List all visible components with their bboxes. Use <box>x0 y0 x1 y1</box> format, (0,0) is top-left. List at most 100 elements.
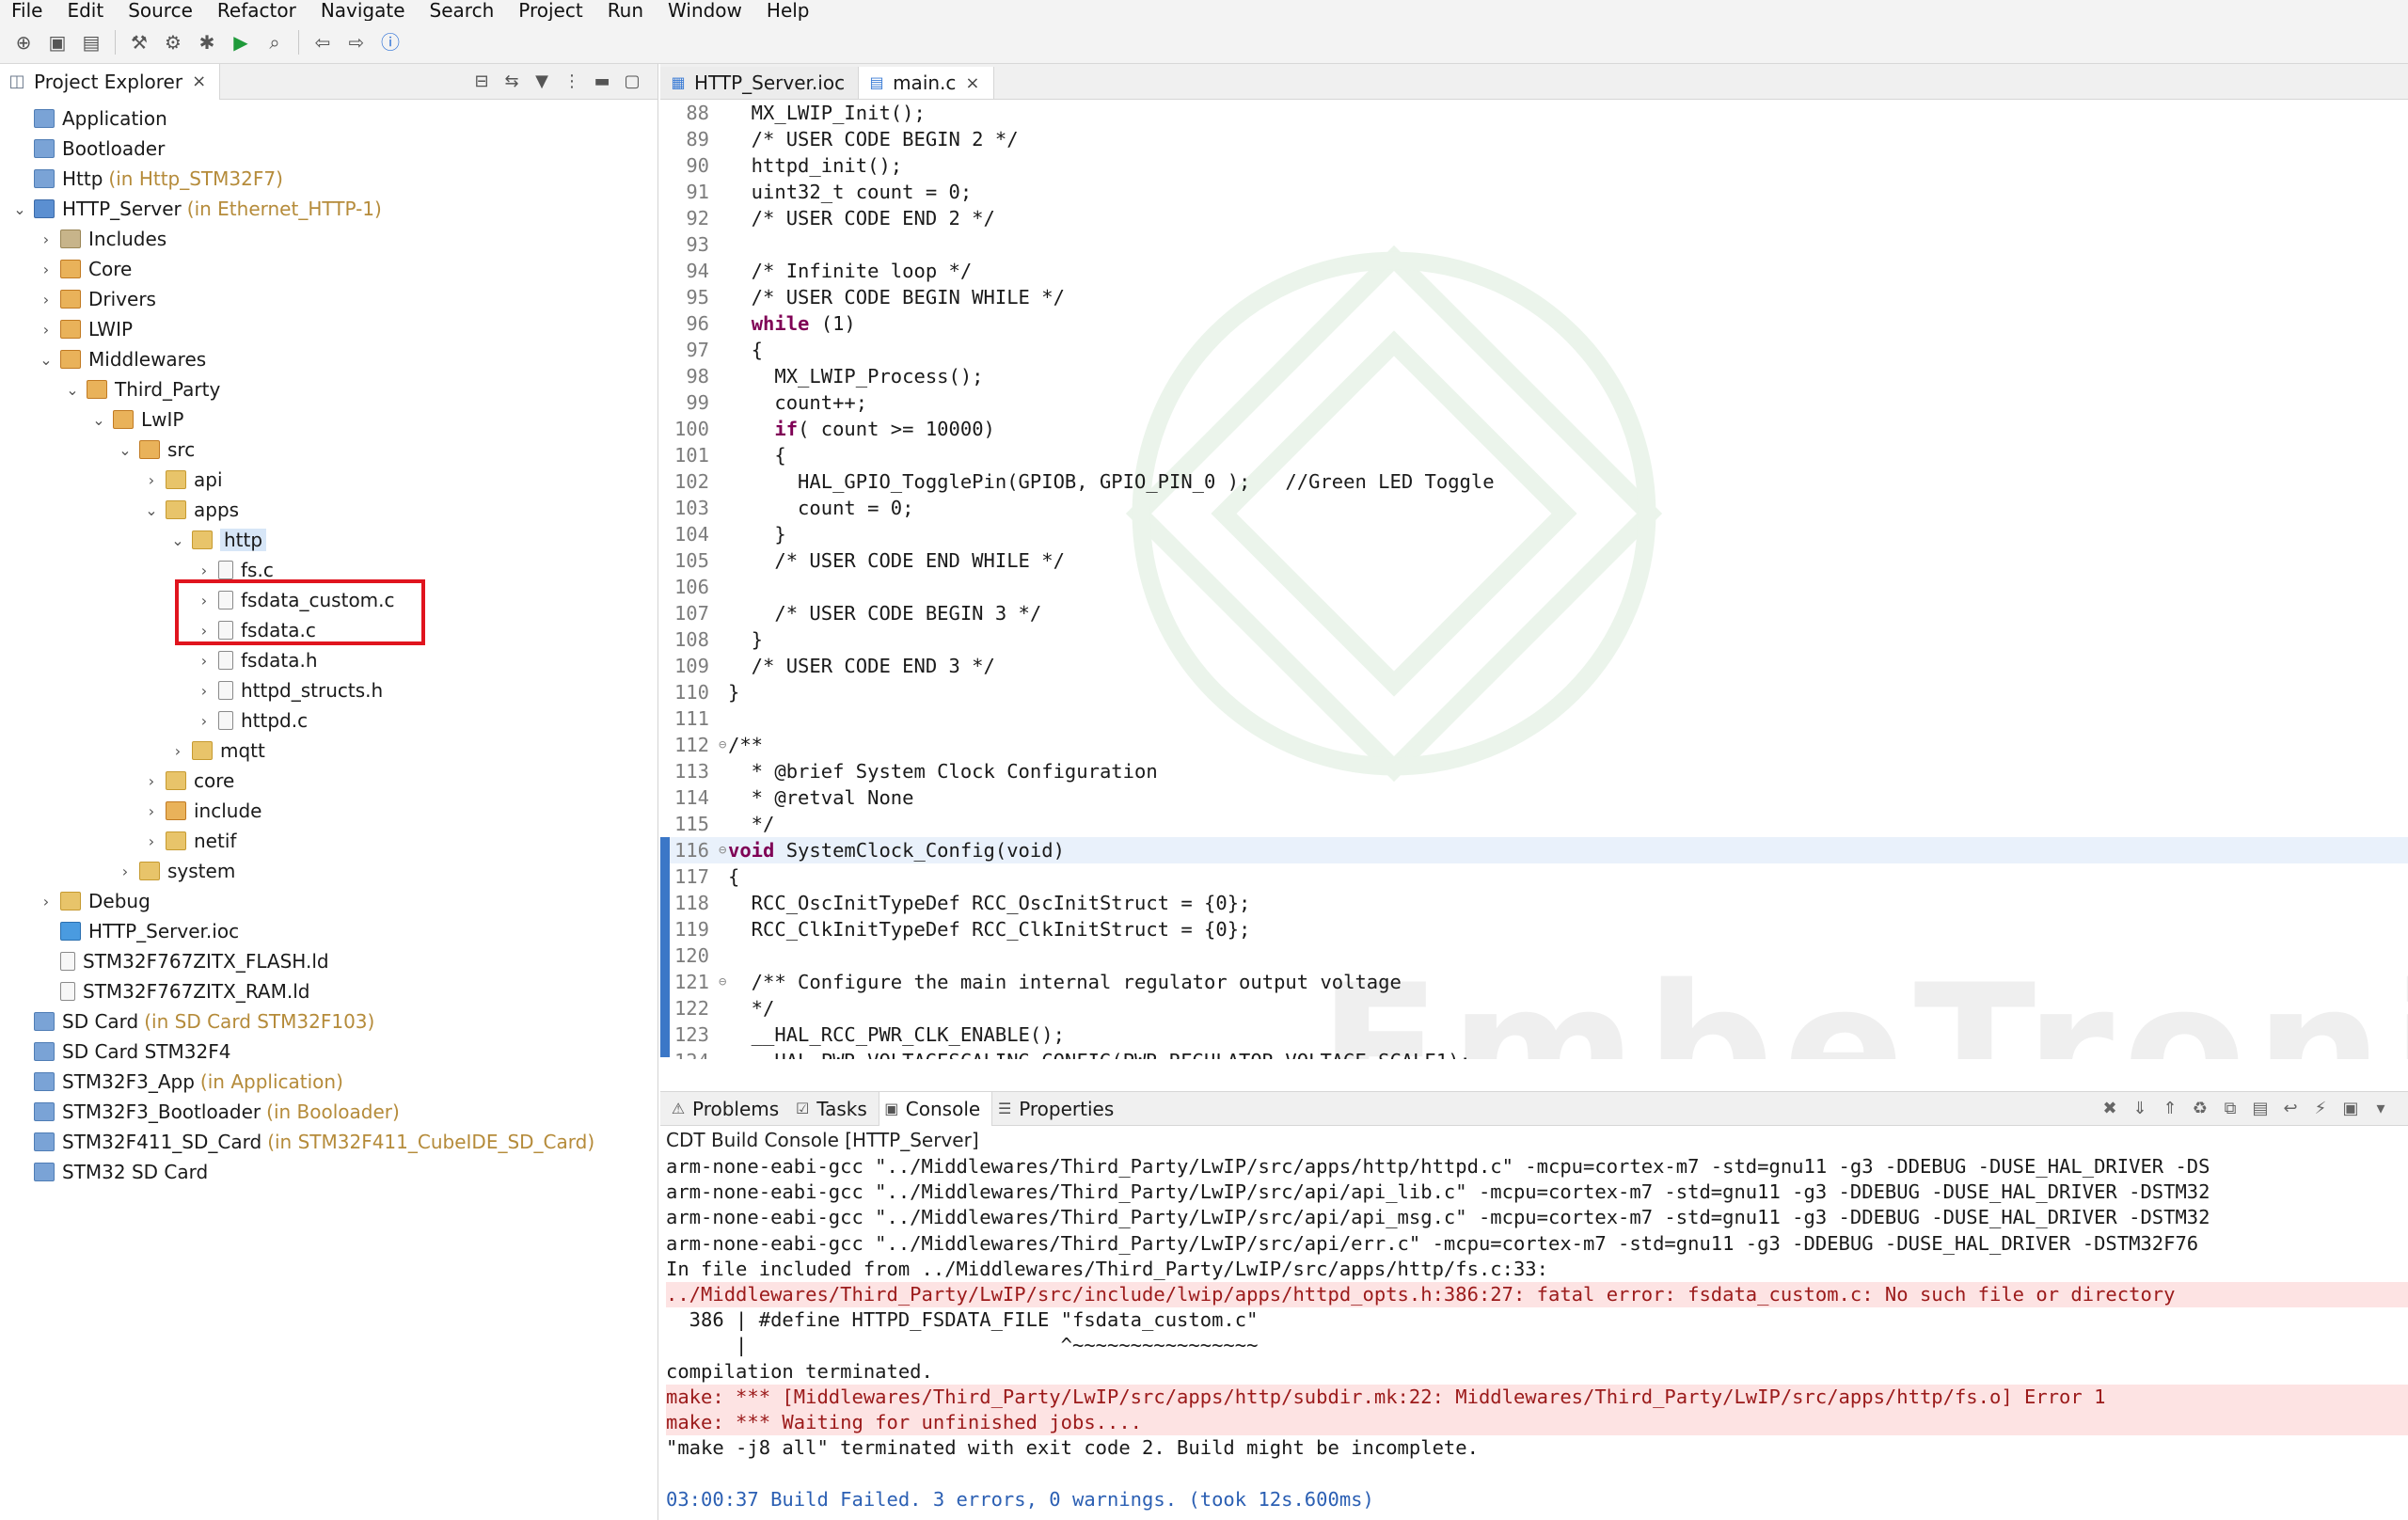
save-all-icon[interactable]: ▤ <box>81 32 102 53</box>
scroll-up-icon[interactable]: ⇑ <box>2160 1099 2180 1119</box>
tree-item[interactable]: STM32 SD Card <box>11 1157 208 1187</box>
tree-item[interactable]: › httpd_structs.h <box>196 675 383 705</box>
build-icon[interactable]: ⚒ <box>129 32 150 53</box>
chevron-right-icon[interactable]: › <box>196 682 213 700</box>
tree-item[interactable]: › httpd.c <box>196 705 308 736</box>
paste-icon[interactable]: ▤ <box>2250 1099 2271 1119</box>
filter-icon[interactable]: ▼ <box>531 71 552 92</box>
view-menu-icon[interactable]: ▾ <box>2370 1099 2391 1119</box>
minimize-icon[interactable]: ▬ <box>592 71 612 92</box>
tree-item[interactable]: ⌄ Third_Party <box>64 374 220 404</box>
open-console-icon[interactable]: ▣ <box>2340 1099 2361 1119</box>
debug-icon[interactable]: ✱ <box>197 32 217 53</box>
tree-item[interactable]: › LWIP <box>38 314 133 344</box>
tab-project-explorer[interactable]: ◫ Project Explorer × <box>0 63 221 100</box>
menu-refactor[interactable]: Refactor <box>217 0 296 21</box>
chevron-down-icon[interactable]: ⌄ <box>11 200 28 218</box>
tree-item[interactable]: Bootloader <box>11 134 165 164</box>
chevron-right-icon[interactable]: › <box>38 321 55 339</box>
prev-icon[interactable]: ⇦ <box>312 32 333 53</box>
menu-help[interactable]: Help <box>767 0 810 21</box>
fold-icon[interactable]: ⊖ <box>719 737 728 752</box>
tab-problems[interactable]: ⚠ Problems <box>666 1092 790 1126</box>
chevron-right-icon[interactable]: › <box>196 562 213 579</box>
tab-tasks[interactable]: ☑ Tasks <box>790 1092 879 1126</box>
tree-item[interactable]: › netif <box>143 826 237 856</box>
editor-tab[interactable]: ▤ main.c × <box>859 67 994 99</box>
tree-item[interactable]: ⌄ HTTP_Server (in Ethernet_HTTP-1) <box>11 194 382 224</box>
chevron-right-icon[interactable]: › <box>38 291 55 309</box>
collapse-all-icon[interactable]: ⊟ <box>471 71 492 92</box>
tree-item[interactable]: ⌄ Middlewares <box>38 344 206 374</box>
menu-search[interactable]: Search <box>430 0 495 21</box>
chevron-right-icon[interactable]: › <box>117 863 134 880</box>
tree-item[interactable]: › Includes <box>38 224 166 254</box>
close-icon[interactable]: × <box>192 71 206 91</box>
menu-window[interactable]: Window <box>668 0 742 21</box>
tree-item[interactable]: SD Card STM32F4 <box>11 1037 230 1067</box>
chevron-right-icon[interactable]: › <box>196 712 213 730</box>
word-wrap-icon[interactable]: ↩ <box>2280 1099 2301 1119</box>
run-icon[interactable]: ▶ <box>230 32 251 53</box>
chevron-down-icon[interactable]: ⌄ <box>143 501 160 519</box>
tree-item[interactable]: ⌄ http <box>169 525 267 555</box>
tab-properties[interactable]: ☰ Properties <box>992 1092 1125 1126</box>
chevron-right-icon[interactable]: › <box>38 261 55 278</box>
console-output[interactable]: arm-none-eabi-gcc "../Middlewares/Third_… <box>660 1154 2408 1520</box>
tree-item[interactable]: SD Card (in SD Card STM32F103) <box>11 1006 374 1037</box>
tree-item[interactable]: Http (in Http_STM32F7) <box>11 164 283 194</box>
view-menu-icon[interactable]: ⋮ <box>562 71 582 92</box>
build-all-icon[interactable]: ⚙ <box>163 32 183 53</box>
tree-item[interactable]: HTTP_Server.ioc <box>38 916 239 946</box>
tree-item[interactable]: › include <box>143 796 262 826</box>
tree-item[interactable]: › Core <box>38 254 133 284</box>
menu-source[interactable]: Source <box>128 0 193 21</box>
tree-item[interactable]: ⌄ apps <box>143 495 239 525</box>
chevron-down-icon[interactable]: ⌄ <box>38 351 55 369</box>
pin-icon[interactable]: ⚡ <box>2310 1099 2331 1119</box>
chevron-right-icon[interactable]: › <box>38 893 55 910</box>
terminate-icon[interactable]: ✖ <box>2099 1099 2120 1119</box>
chevron-down-icon[interactable]: ⌄ <box>169 531 186 549</box>
tree-item[interactable]: ⌄ LwIP <box>90 404 183 435</box>
chevron-right-icon[interactable]: › <box>196 652 213 670</box>
tree-item[interactable]: STM32F767ZITX_FLASH.ld <box>38 946 329 976</box>
menu-run[interactable]: Run <box>608 0 643 21</box>
tree-item[interactable]: STM32F411_SD_Card (in STM32F411_CubeIDE_S… <box>11 1127 594 1157</box>
chevron-right-icon[interactable]: › <box>169 742 186 760</box>
menu-navigate[interactable]: Navigate <box>321 0 405 21</box>
tree-item[interactable]: › fsdata.h <box>196 645 318 675</box>
search-icon[interactable]: ⌕ <box>264 32 285 53</box>
menu-file[interactable]: File <box>11 0 42 21</box>
tab-console[interactable]: ▣ Console <box>878 1091 993 1126</box>
menu-edit[interactable]: Edit <box>67 0 103 21</box>
chevron-down-icon[interactable]: ⌄ <box>117 441 134 459</box>
fold-icon[interactable]: ⊖ <box>719 974 728 990</box>
code-area[interactable]: EmbeTronicX 88 MX_LWIP_Init();89 /* USER… <box>660 100 2408 1059</box>
tree-item[interactable]: › api <box>143 465 223 495</box>
link-editor-icon[interactable]: ⇆ <box>501 71 522 92</box>
tree-item[interactable]: STM32F3_Bootloader (in Booloader) <box>11 1097 400 1127</box>
info-icon[interactable]: ⓘ <box>380 32 401 53</box>
tree-item[interactable]: › system <box>117 856 236 886</box>
chevron-right-icon[interactable]: › <box>38 230 55 248</box>
chevron-down-icon[interactable]: ⌄ <box>64 381 81 399</box>
clear-console-icon[interactable]: ♻ <box>2190 1099 2210 1119</box>
tree-item[interactable]: ⌄ src <box>117 435 195 465</box>
chevron-right-icon[interactable]: › <box>143 802 160 820</box>
tree-item[interactable]: Application <box>11 103 167 134</box>
next-icon[interactable]: ⇨ <box>346 32 367 53</box>
fold-icon[interactable]: ⊖ <box>719 843 728 858</box>
chevron-right-icon[interactable]: › <box>143 832 160 850</box>
tree-item[interactable]: STM32F767ZITX_RAM.ld <box>38 976 309 1006</box>
tree-item[interactable]: › Debug <box>38 886 150 916</box>
maximize-icon[interactable]: ▢ <box>622 71 642 92</box>
chevron-right-icon[interactable]: › <box>143 772 160 790</box>
chevron-right-icon[interactable]: › <box>143 471 160 489</box>
tree-item[interactable]: › core <box>143 766 235 796</box>
tree-item[interactable]: STM32F3_App (in Application) <box>11 1067 343 1097</box>
tree-item[interactable]: › mqtt <box>169 736 265 766</box>
menu-project[interactable]: Project <box>518 0 582 21</box>
editor-tab[interactable]: ▦ HTTP_Server.ioc <box>660 67 860 99</box>
chevron-down-icon[interactable]: ⌄ <box>90 411 107 429</box>
